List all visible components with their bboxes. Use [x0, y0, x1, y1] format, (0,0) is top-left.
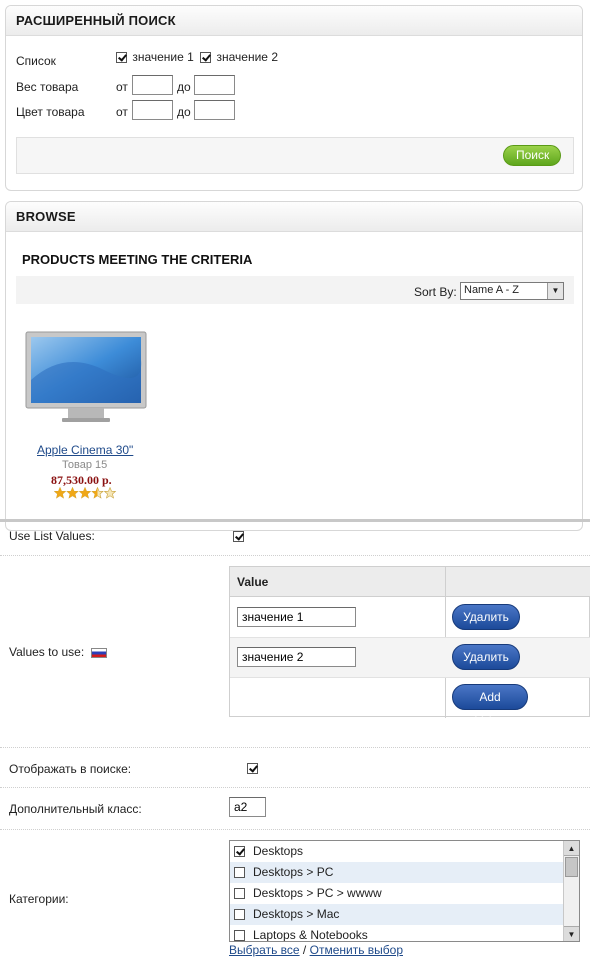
- browse-panel: BROWSE PRODUCTS MEETING THE CRITERIA Sor…: [5, 201, 583, 531]
- category-checkbox[interactable]: [234, 867, 245, 879]
- star-icon: [66, 486, 79, 499]
- weight-to-input[interactable]: [194, 75, 235, 95]
- show-in-search-label: Отображать в поиске:: [9, 762, 132, 776]
- delete-value-1-button[interactable]: Удалить: [452, 604, 520, 630]
- values-table: Value Удалить Удалить Add Value: [229, 566, 590, 728]
- sort-select-value: Name A - Z: [464, 284, 520, 296]
- values-label: Values to use:: [9, 645, 107, 659]
- value-row: Удалить: [230, 598, 590, 638]
- categories-label: Категории:: [9, 892, 69, 906]
- selection-links: Выбрать все / Отменить выбор: [229, 943, 403, 957]
- product-name-link[interactable]: Apple Cinema 30": [37, 443, 133, 457]
- select-all-link[interactable]: Выбрать все: [229, 943, 300, 957]
- section-divider: [0, 519, 590, 522]
- extra-class-input[interactable]: [229, 797, 266, 817]
- products-heading: PRODUCTS MEETING THE CRITERIA: [22, 252, 253, 267]
- option2-checkbox[interactable]: [200, 52, 212, 64]
- deselect-all-link[interactable]: Отменить выбор: [310, 943, 403, 957]
- star-icon: [53, 486, 67, 499]
- weight-from-label: от: [116, 80, 128, 94]
- category-label: Desktops > Mac: [253, 907, 340, 921]
- value-row: Удалить: [230, 638, 590, 678]
- row-divider: [0, 787, 590, 788]
- category-checkbox[interactable]: [234, 846, 245, 858]
- scrollbar[interactable]: ▲ ▼: [563, 841, 579, 941]
- delete-value-2-button[interactable]: Удалить: [452, 644, 520, 670]
- advanced-search-title: РАСШИРЕННЫЙ ПОИСК: [6, 6, 582, 36]
- show-in-search-checkbox[interactable]: [247, 763, 259, 775]
- option1-label: значение 1: [132, 50, 194, 64]
- chevron-down-icon: ▼: [547, 283, 563, 299]
- row-divider: [0, 747, 590, 748]
- flag-ru-icon: [90, 647, 107, 658]
- browse-title: BROWSE: [6, 202, 582, 232]
- scroll-down-icon[interactable]: ▼: [564, 926, 579, 941]
- category-label: Desktops > PC: [253, 865, 334, 879]
- category-label: Laptops & Notebooks: [253, 928, 368, 942]
- list-options: значение 1 значение 2: [116, 50, 278, 64]
- category-checkbox[interactable]: [234, 930, 245, 941]
- product-price: 87,530.00 р.: [51, 473, 112, 487]
- color-from-input[interactable]: [132, 100, 173, 120]
- sort-select[interactable]: Name A - Z ▼: [460, 282, 564, 300]
- category-label: Desktops: [253, 844, 304, 858]
- sort-label: Sort By:: [414, 285, 457, 299]
- category-checkbox[interactable]: [234, 888, 245, 900]
- color-to-label: до: [177, 105, 191, 119]
- weight-from-input[interactable]: [132, 75, 173, 95]
- category-item[interactable]: Desktops > PC > wwww: [230, 883, 564, 904]
- star-icon: [78, 486, 92, 499]
- search-button-bar: Поиск: [16, 137, 574, 174]
- product-model: Товар 15: [62, 459, 108, 471]
- row-divider: [0, 829, 590, 830]
- option2-label: значение 2: [216, 50, 278, 64]
- weight-to-label: до: [177, 80, 191, 94]
- add-value-button[interactable]: Add Value: [452, 684, 528, 728]
- link-separator: /: [299, 943, 310, 957]
- star-icon: [91, 486, 104, 499]
- use-list-checkbox[interactable]: [233, 531, 244, 543]
- category-item[interactable]: Laptops & Notebooks: [230, 925, 564, 942]
- category-label: Desktops > PC > wwww: [253, 886, 382, 900]
- values-table-header: Value: [230, 567, 590, 597]
- color-from-label: от: [116, 105, 128, 119]
- advanced-search-panel: РАСШИРЕННЫЙ ПОИСК Список значение 1 знач…: [5, 5, 583, 191]
- categories-listbox[interactable]: Desktops Desktops > PC Desktops > PC > www…: [229, 840, 580, 942]
- category-item[interactable]: Desktops > PC: [230, 862, 564, 883]
- product-image[interactable]: [24, 330, 148, 430]
- list-label: Список: [16, 54, 56, 68]
- color-label: Цвет товара: [16, 105, 85, 119]
- product-rating: [53, 486, 118, 499]
- search-button[interactable]: Поиск: [503, 145, 561, 166]
- sort-bar: Sort By: Name A - Z ▼: [16, 276, 574, 304]
- weight-label: Вес товара: [16, 80, 79, 94]
- option1-checkbox[interactable]: [116, 52, 127, 64]
- row-divider: [0, 555, 590, 556]
- category-checkbox[interactable]: [234, 909, 245, 921]
- use-list-label: Use List Values:: [9, 529, 95, 543]
- value-input-2[interactable]: [237, 647, 356, 667]
- star-icon: [103, 486, 117, 499]
- scroll-up-icon[interactable]: ▲: [564, 841, 579, 856]
- value-column-header: Value: [237, 575, 269, 589]
- category-item[interactable]: Desktops > Mac: [230, 904, 564, 925]
- value-input-1[interactable]: [237, 607, 356, 627]
- color-to-input[interactable]: [194, 100, 235, 120]
- extra-class-label: Дополнительный класс:: [9, 802, 142, 816]
- category-item[interactable]: Desktops: [230, 841, 564, 862]
- categories-list: Desktops Desktops > PC Desktops > PC > www…: [230, 841, 579, 942]
- scroll-thumb[interactable]: [565, 857, 578, 877]
- values-label-text: Values to use:: [9, 645, 85, 659]
